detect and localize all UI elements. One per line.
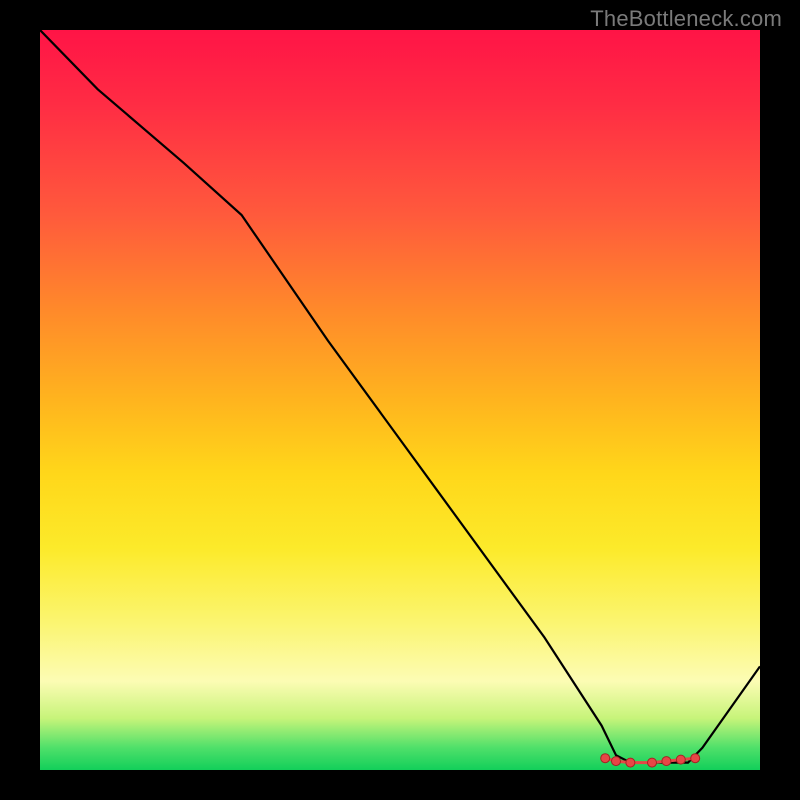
minimum-dot — [612, 757, 621, 766]
minimum-dot — [601, 754, 610, 763]
bottleneck-line — [40, 30, 760, 763]
minimum-dot — [691, 754, 700, 763]
minimum-dot — [662, 757, 671, 766]
plot-area — [40, 30, 760, 770]
chart-frame: TheBottleneck.com — [0, 0, 800, 800]
minimum-dot — [648, 758, 657, 767]
minimum-dot — [626, 758, 635, 767]
curve-svg — [40, 30, 760, 770]
minimum-dot — [676, 755, 685, 764]
watermark-text: TheBottleneck.com — [590, 6, 782, 32]
